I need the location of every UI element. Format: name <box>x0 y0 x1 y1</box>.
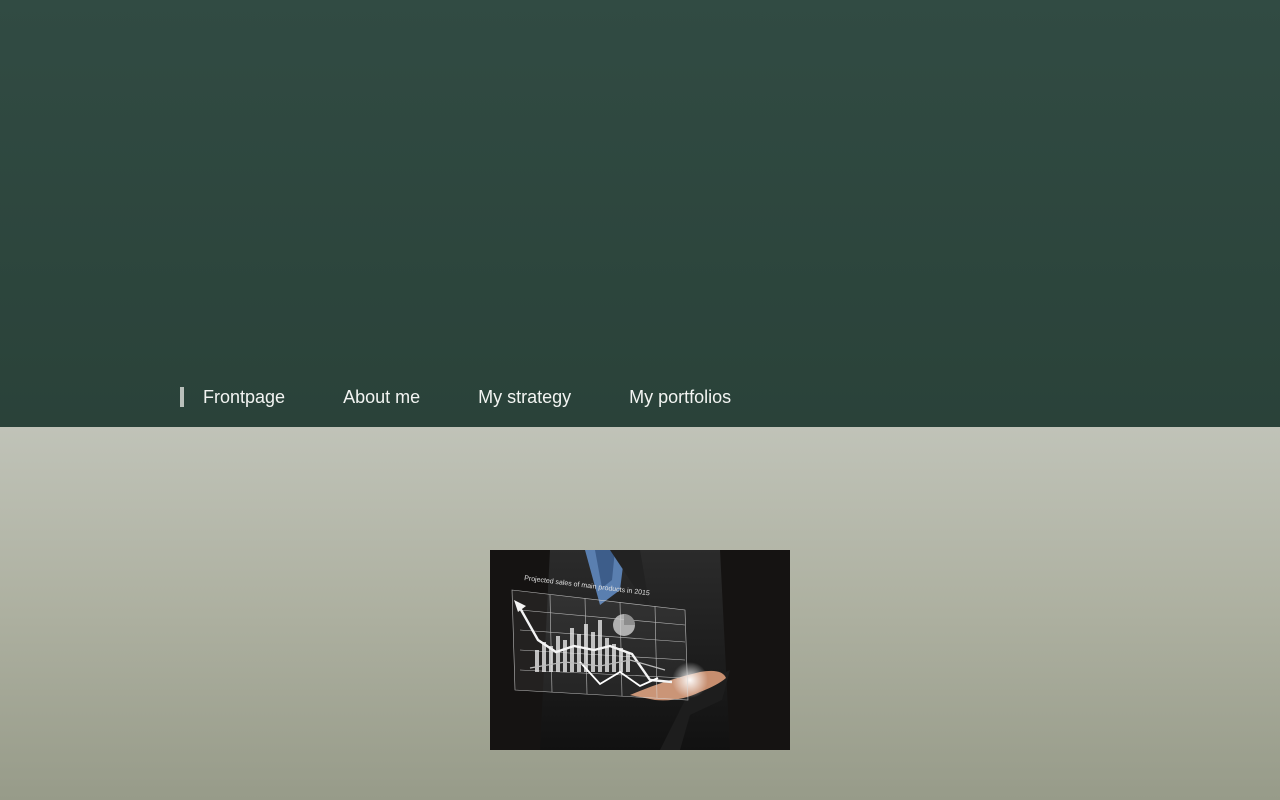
main-navigation: Frontpage About me My strategy My portfo… <box>180 383 789 411</box>
hero-image: Projected sales of main products in 2015 <box>490 550 790 750</box>
active-nav-indicator <box>180 387 184 407</box>
main-content: Projected sales of main products in 2015 <box>0 427 1280 800</box>
nav-item-about-me[interactable]: About me <box>343 383 420 411</box>
site-header: Frontpage About me My strategy My portfo… <box>0 0 1280 427</box>
financial-chart-illustration: Projected sales of main products in 2015 <box>490 550 790 750</box>
nav-item-frontpage[interactable]: Frontpage <box>203 383 285 411</box>
nav-item-my-portfolios[interactable]: My portfolios <box>629 383 731 411</box>
nav-item-my-strategy[interactable]: My strategy <box>478 383 571 411</box>
